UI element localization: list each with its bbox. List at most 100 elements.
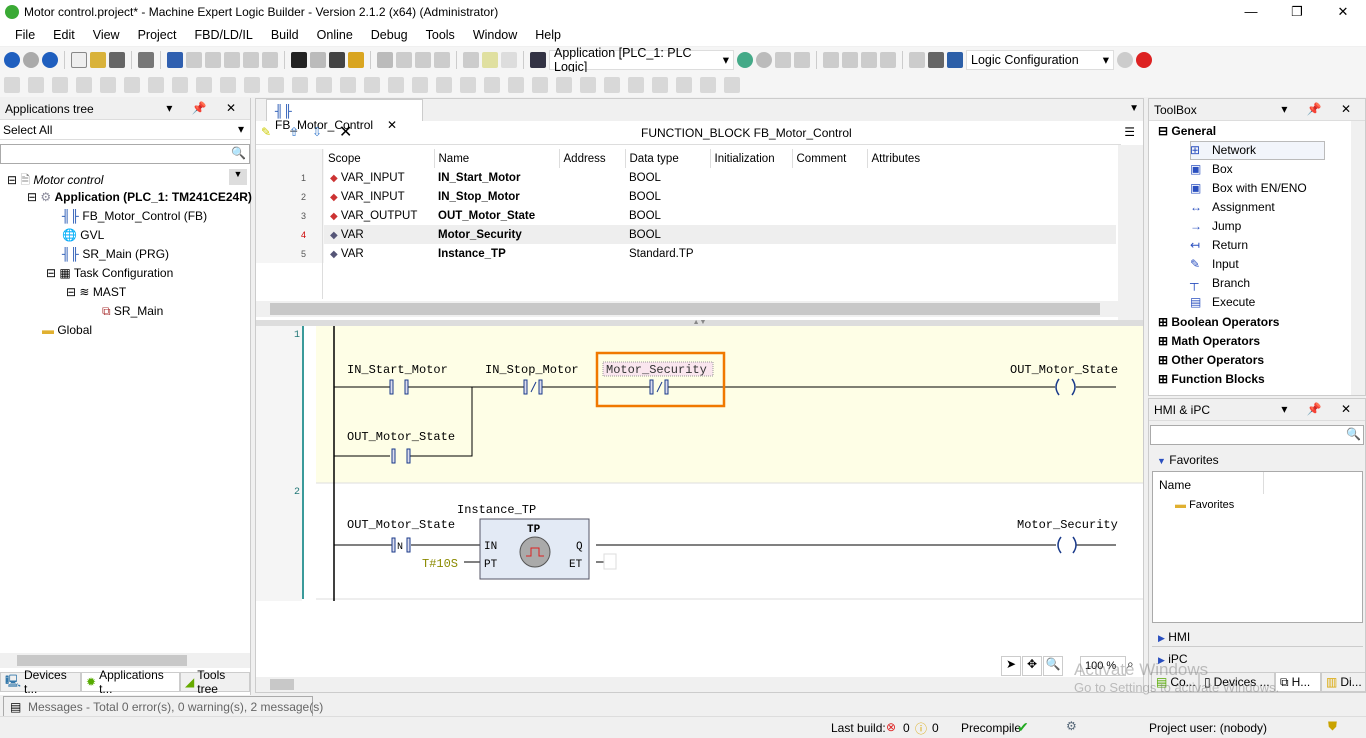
tree-item-mast[interactable]: ⊟ ≋ MAST xyxy=(66,285,126,299)
attributes-cell[interactable] xyxy=(867,187,1116,206)
negated-contact-icon[interactable] xyxy=(220,76,236,93)
sub-icon[interactable] xyxy=(604,76,620,93)
contact-left-icon[interactable] xyxy=(292,76,308,93)
assignment-icon[interactable] xyxy=(76,76,92,93)
tab-list-icon[interactable]: ▼ xyxy=(1129,103,1139,114)
address-cell[interactable] xyxy=(559,225,625,244)
box-b-icon[interactable] xyxy=(460,76,476,93)
delete-icon[interactable]: ✕ xyxy=(339,122,352,142)
comment-cell[interactable] xyxy=(792,187,867,206)
col-name[interactable]: Name xyxy=(433,149,559,168)
toolbox-item-box[interactable]: ▣ Box xyxy=(1190,162,1233,176)
logout-icon[interactable] xyxy=(756,51,772,68)
next-bookmark-icon[interactable] xyxy=(396,51,412,68)
menu-build[interactable]: Build xyxy=(262,24,308,46)
step-into-icon[interactable] xyxy=(823,51,839,68)
move-down-icon[interactable]: ⇩ xyxy=(312,125,322,139)
toggle-comment-icon[interactable] xyxy=(52,76,68,93)
hmi-search-input[interactable]: 🔍 xyxy=(1150,425,1364,445)
close-button[interactable]: ✕ xyxy=(1320,0,1366,24)
name-cell[interactable]: IN_Start_Motor xyxy=(434,168,559,187)
zoom-icon[interactable]: 🔍 xyxy=(1043,656,1063,676)
variable-row[interactable]: 3 ◆ VAR_OUTPUT OUT_Motor_State BOOL xyxy=(256,206,1116,225)
type-cell[interactable]: BOOL xyxy=(625,187,710,206)
replace-icon[interactable] xyxy=(310,51,326,68)
group-general[interactable]: ⊟ General xyxy=(1158,124,1216,138)
group-math-operators[interactable]: ⊞ Math Operators xyxy=(1158,334,1260,348)
step-over-icon[interactable] xyxy=(842,51,858,68)
comment-cell[interactable] xyxy=(792,225,867,244)
type-cell[interactable]: BOOL xyxy=(625,168,710,187)
stop-icon[interactable] xyxy=(794,51,810,68)
col-scope[interactable]: Scope xyxy=(324,149,434,168)
init-cell[interactable] xyxy=(710,225,792,244)
address-cell[interactable] xyxy=(559,206,625,225)
menu-fbd-ld-il[interactable]: FBD/LD/IL xyxy=(185,24,261,46)
lt-icon[interactable] xyxy=(676,76,692,93)
auto-declare-icon[interactable]: ✎ xyxy=(261,125,271,139)
mul-icon[interactable] xyxy=(628,76,644,93)
menu-online[interactable]: Online xyxy=(308,24,362,46)
contact-icon[interactable] xyxy=(196,76,212,93)
cut-icon[interactable] xyxy=(205,51,221,68)
menu-project[interactable]: Project xyxy=(129,24,186,46)
tab-fb-motor-control[interactable]: ╢╟ FB_Motor_Control ✕ xyxy=(266,99,423,132)
div-icon[interactable] xyxy=(652,76,668,93)
type-cell[interactable]: Standard.TP xyxy=(625,244,710,263)
tab-devices-tree[interactable]: 🖳 Devices t... xyxy=(0,668,81,696)
redo-icon[interactable] xyxy=(186,51,202,68)
step-out-icon[interactable] xyxy=(861,51,877,68)
et-output-field[interactable] xyxy=(603,553,617,570)
copy-icon[interactable] xyxy=(224,51,240,68)
user-status-icon[interactable] xyxy=(1136,51,1152,68)
back-icon[interactable] xyxy=(4,51,20,68)
calendar-icon[interactable] xyxy=(530,51,546,68)
ipc-section[interactable]: ▶ iPC xyxy=(1152,649,1363,669)
collapse-icon[interactable]: ⊟ xyxy=(46,266,56,280)
variable-row[interactable]: 5 ◆ VAR Instance_TP Standard.TP xyxy=(256,244,1116,263)
panel-buttons[interactable]: ▾ 📌 ✕ xyxy=(1281,402,1359,416)
filter-select[interactable]: Select All ▾ xyxy=(0,120,250,140)
tree-item-sr-main[interactable]: ╢╟ SR_Main (PRG) xyxy=(62,247,169,261)
monitor-icon[interactable] xyxy=(928,51,944,68)
tab-catalog[interactable]: ▤ Co... xyxy=(1151,672,1199,692)
variable-row[interactable]: 2 ◆ VAR_INPUT IN_Stop_Motor BOOL xyxy=(256,187,1116,206)
toolbox-item-input[interactable]: ✎ Input xyxy=(1190,257,1239,271)
attributes-cell[interactable] xyxy=(867,168,1116,187)
comment-cell[interactable] xyxy=(792,168,867,187)
address-cell[interactable] xyxy=(559,187,625,206)
address-cell[interactable] xyxy=(559,168,625,187)
tree-search-input[interactable]: 🔍 xyxy=(0,144,250,164)
name-cell[interactable]: Instance_TP xyxy=(434,244,559,263)
maximize-button[interactable]: ❐ xyxy=(1274,0,1320,24)
messages-tab[interactable]: ▤ Messages - Total 0 error(s), 0 warning… xyxy=(3,696,323,716)
box-f-icon[interactable] xyxy=(556,76,572,93)
tree-item-sr-main-call[interactable]: ⧉ SR_Main xyxy=(102,304,163,319)
find-in-project-icon[interactable] xyxy=(329,51,345,68)
contact-right-icon[interactable] xyxy=(268,76,284,93)
toolbox-item-return[interactable]: ↤ Return xyxy=(1190,238,1248,252)
tree-item-fb-motor-control[interactable]: ╢╟ FB_Motor_Control (FB) xyxy=(62,209,207,223)
coil-icon[interactable] xyxy=(100,76,116,93)
open-folder-icon[interactable] xyxy=(90,51,106,68)
rising-edge-icon[interactable] xyxy=(388,76,404,93)
name-cell[interactable]: OUT_Motor_State xyxy=(434,206,559,225)
col-attributes[interactable]: Attributes xyxy=(866,149,1116,168)
tab-tools-tree[interactable]: ◢ Tools tree xyxy=(180,668,250,696)
editor-hscrollbar[interactable] xyxy=(256,677,1143,692)
online-status-icon[interactable]: ⚙ xyxy=(1066,719,1077,733)
coil-motor-security[interactable] xyxy=(1057,536,1077,554)
pt-value[interactable]: T#10S xyxy=(422,557,458,571)
variable-row[interactable]: 1 ◆ VAR_INPUT IN_Start_Motor BOOL xyxy=(256,168,1116,187)
delete-icon[interactable] xyxy=(262,51,278,68)
type-cell[interactable]: BOOL xyxy=(625,206,710,225)
comment-cell[interactable] xyxy=(792,244,867,263)
hmi-section[interactable]: ▶ HMI xyxy=(1152,627,1363,647)
tree-hscrollbar[interactable] xyxy=(0,653,250,668)
insert-box-en-icon[interactable] xyxy=(364,76,380,93)
toolbox-item-branch[interactable]: ┬ Branch xyxy=(1190,276,1250,290)
forward-icon[interactable] xyxy=(23,51,39,68)
device-icon[interactable] xyxy=(947,51,963,68)
toolbox-vscrollbar[interactable] xyxy=(1351,121,1365,395)
group-other-operators[interactable]: ⊞ Other Operators xyxy=(1158,353,1264,367)
